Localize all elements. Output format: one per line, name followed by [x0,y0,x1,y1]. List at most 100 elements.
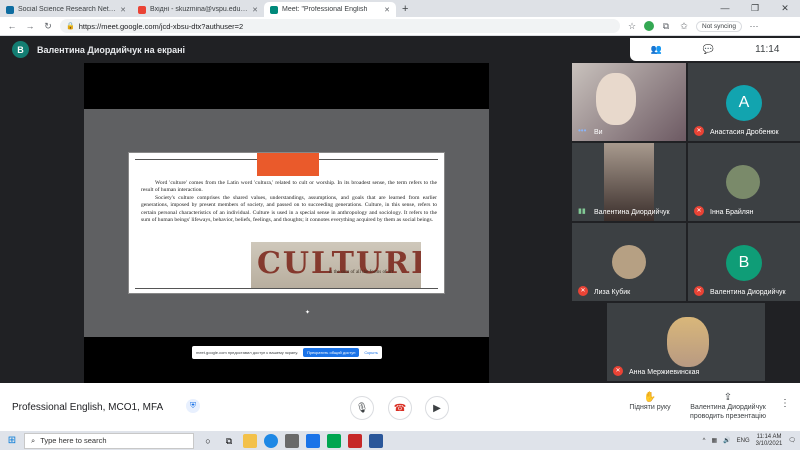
windows-taskbar: ⊞ ⌕ Type here to search ○ ⧉ ^ ▦ 🔊 ENG 11… [0,431,800,450]
participant-name: Анна Мержиевинская [629,369,700,376]
window-controls: — ❐ ✕ [710,0,800,17]
audio-level-icon: ▮▮ [578,208,586,215]
slide-accent-block [257,153,319,176]
task-switch-icon[interactable]: ⧉ [222,434,236,448]
url-text: https://meet.google.com/jcd-xbsu-dtx?aut… [78,21,244,31]
hide-banner-button[interactable]: Скрыть [364,350,378,355]
store-icon[interactable] [285,433,299,448]
tray-overflow-icon[interactable]: ^ [703,438,706,444]
profile-sync-button[interactable]: Not syncing [696,20,742,32]
reload-icon[interactable]: ↻ [42,21,54,32]
present-icon: ⇪ [723,392,733,403]
meet-tools: 👥 💬 11:14 [630,38,800,61]
slide-paragraph-1: Word 'culture' comes from the Latin word… [141,180,437,194]
meet-control-bar: Professional English, MCO1, MFA ⛨ 🎙 ☎ ▶ … [0,383,800,431]
participant-tile[interactable]: ••• Ви [572,63,686,141]
close-tab-icon[interactable]: ✕ [384,6,390,14]
participant-tile[interactable]: В ✕ Валентина Диордийчук [688,223,800,301]
windows-start-icon[interactable]: ⊞ [0,435,24,446]
tab-meet[interactable]: Meet: "Professional English ✕ [264,2,396,17]
people-icon[interactable]: 👥 [651,44,662,55]
close-window-icon[interactable]: ✕ [770,0,800,17]
extension-icon[interactable] [644,21,654,31]
task-view-icon[interactable]: ○ [201,434,215,448]
microphone-button[interactable]: 🎙 [350,396,374,420]
address-bar: ← → ↻ 🔒 https://meet.google.com/jcd-xbsu… [0,17,800,36]
search-placeholder: Type here to search [40,436,107,445]
participant-tile[interactable]: ✕ Інна Брайлян [688,143,800,221]
culture-image-caption: is the sum of all the forms of art [329,270,394,275]
ssrn-favicon-icon [6,5,14,14]
participant-video [667,317,709,367]
url-input[interactable]: 🔒 https://meet.google.com/jcd-xbsu-dtx?a… [60,19,620,33]
favorites-icon[interactable]: ✩ [678,21,690,32]
maximize-icon[interactable]: ❐ [740,0,770,17]
tab-label: Вхідні - skuzmina@vspu.edu.ua [150,6,249,13]
new-tab-button[interactable]: + [396,2,414,17]
more-options-icon[interactable]: ⋮ [780,399,790,409]
participant-name: Валентина Диордийчук [594,209,670,216]
share-banner-text: meet.google.com предоставил доступ к ваш… [196,350,299,355]
participant-avatar [726,165,760,199]
tab-ssrn[interactable]: Social Science Research Network ✕ [0,2,132,17]
system-tray: ^ ▦ 🔊 ENG 11:14 AM 3/10/2021 🗨 [703,431,796,450]
presentation-label: Валентина Диордийчук проводить презентац… [690,404,766,420]
back-icon[interactable]: ← [6,21,18,31]
participant-avatar: А [726,85,762,121]
speaking-indicator-icon: ••• [578,126,587,135]
presentation-button[interactable]: ⇪ Валентина Диордийчук проводить презент… [686,393,770,421]
taskbar-search-input[interactable]: ⌕ Type here to search [24,432,194,449]
culture-image: CULTURE is the sum of all the forms of a… [251,242,421,288]
search-icon: ⌕ [31,435,36,445]
close-tab-icon[interactable]: ✕ [252,6,258,14]
taskbar-date: 3/10/2021 [755,440,783,447]
taskbar-clock[interactable]: 11:14 AM 3/10/2021 [756,434,783,448]
forward-icon[interactable]: → [24,21,36,31]
hand-icon: ✋ [643,392,657,403]
app-shield-icon[interactable] [348,433,362,448]
participant-avatar [612,245,646,279]
slide-text: Word 'culture' comes from the Latin word… [141,180,437,224]
chat-icon[interactable]: 💬 [703,44,714,55]
browser-tab-bar: Social Science Research Network ✕ Вхідні… [0,0,800,17]
collections-icon[interactable]: ⧉ [660,21,672,32]
app-l-icon[interactable] [327,433,341,448]
word-icon[interactable] [369,433,383,448]
mic-off-icon: ✕ [613,366,623,376]
raise-hand-button[interactable]: ✋ Підняти руку [622,393,678,412]
star-icon[interactable]: ☆ [626,21,638,32]
participant-name: Валентина Диордийчук [710,289,786,296]
edge-browser-icon[interactable] [264,433,278,448]
participant-name: Лиза Кубик [594,289,631,296]
mouse-cursor-icon: ✦ [305,310,311,316]
more-menu-icon[interactable]: ⋯ [748,21,760,32]
participant-tile[interactable]: ✕ Лиза Кубик [572,223,686,301]
tab-gmail[interactable]: Вхідні - skuzmina@vspu.edu.ua ✕ [132,2,264,17]
host-controls-icon[interactable]: ⛨ [186,399,200,413]
participant-face [596,73,636,125]
participant-tile[interactable]: ▮▮ Валентина Диордийчук [572,143,686,221]
slide-paragraph-2: Society's culture comprises the shared v… [141,194,437,224]
leave-call-button[interactable]: ☎ [388,396,412,420]
participant-name: Інна Брайлян [710,209,754,216]
mail-icon[interactable] [306,433,320,448]
lock-icon[interactable]: 🔒 [66,22,75,30]
participant-tile[interactable]: ✕ Анна Мержиевинская [607,303,765,381]
input-language[interactable]: ENG [737,438,750,444]
participant-name: Анастасия Дробенюк [710,129,779,136]
minimize-icon[interactable]: — [710,0,740,17]
participant-tile[interactable]: А ✕ Анастасия Дробенюк [688,63,800,141]
camera-button[interactable]: ▶ [425,396,449,420]
mic-off-icon: ✕ [694,206,704,216]
meeting-name: Professional English, MCO1, MFA [12,402,164,413]
volume-icon[interactable]: 🔊 [723,437,730,444]
close-tab-icon[interactable]: ✕ [120,6,126,14]
network-icon[interactable]: ▦ [712,437,718,444]
culture-image-word: CULTURE [257,246,421,281]
file-explorer-icon[interactable] [243,433,257,448]
stop-sharing-button[interactable]: Прекратить общий доступ [302,348,360,357]
notifications-icon[interactable]: 🗨 [788,437,796,444]
screen-share-banner: meet.google.com предоставил доступ к ваш… [192,346,382,359]
presenter-avatar: В [12,41,29,58]
tab-label: Meet: "Professional English [282,6,368,13]
